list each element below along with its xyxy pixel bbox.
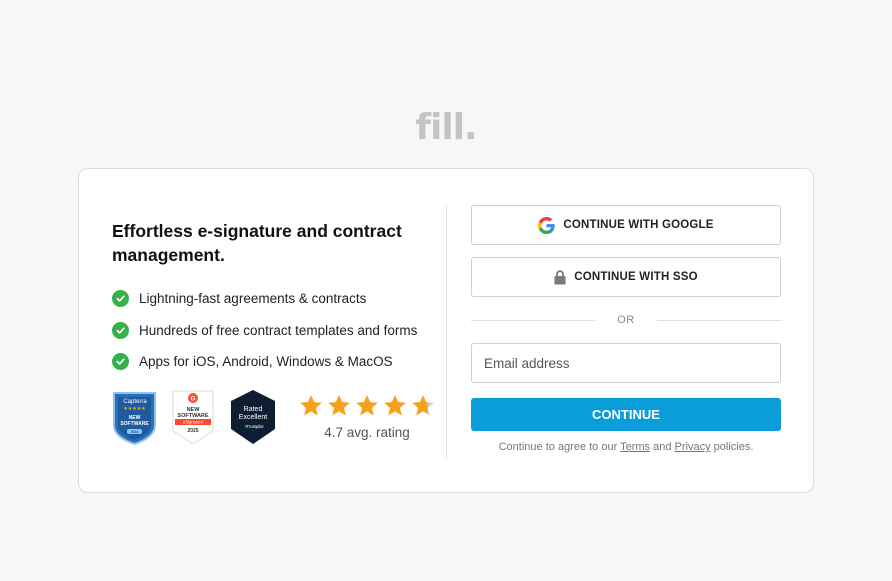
svg-text:2025: 2025 (187, 428, 198, 434)
or-separator: OR (471, 314, 781, 326)
signin-card: Effortless e-signature and contract mana… (78, 168, 814, 493)
feature-text: Hundreds of free contract templates and … (139, 322, 418, 338)
terms-suffix: policies. (710, 441, 754, 453)
terms-link[interactable]: Terms (620, 441, 650, 453)
svg-text:Rated: Rated (244, 406, 263, 413)
svg-text:eSignature: eSignature (183, 420, 204, 425)
trustpilot-badge: Rated Excellent ★ Trustpilot (231, 390, 275, 444)
lock-icon (554, 269, 566, 285)
headline: Effortless e-signature and contract mana… (112, 221, 402, 265)
star-icon (384, 394, 406, 416)
rating-label: 4.7 avg. rating (324, 425, 410, 440)
svg-text:Trustpilot: Trustpilot (246, 424, 264, 429)
capterra-badge: Capterra ★★★★★ NEW SOFTWARE 2024 (113, 392, 156, 445)
divider-line (471, 319, 596, 321)
feature-item: Apps for iOS, Android, Windows & MacOS (112, 346, 422, 378)
google-icon (538, 216, 555, 234)
email-field[interactable] (471, 343, 781, 383)
star-icon (300, 394, 322, 416)
check-circle-icon (112, 321, 129, 339)
terms-prefix: Continue to agree to our (498, 441, 621, 453)
feature-item: Lightning-fast agreements & contracts (112, 283, 422, 315)
svg-text:SOFTWARE: SOFTWARE (177, 413, 208, 419)
marketing-panel: Effortless e-signature and contract mana… (112, 219, 422, 378)
rating-stars (297, 393, 437, 419)
continue-button[interactable]: CONTINUE (471, 398, 781, 431)
terms-notice: Continue to agree to our Terms and Priva… (471, 441, 781, 453)
divider-line (656, 319, 781, 321)
terms-and: and (650, 441, 675, 453)
privacy-link[interactable]: Privacy (675, 441, 711, 453)
svg-text:Excellent: Excellent (239, 414, 267, 421)
sso-button-label: CONTINUE WITH SSO (574, 271, 698, 283)
star-icon (412, 394, 434, 416)
or-text: OR (617, 314, 635, 326)
svg-text:SOFTWARE: SOFTWARE (120, 421, 149, 427)
svg-text:★★★★★: ★★★★★ (123, 406, 146, 412)
star-icon (328, 394, 350, 416)
svg-text:Capterra: Capterra (123, 399, 147, 405)
continue-with-sso-button[interactable]: CONTINUE WITH SSO (471, 257, 781, 297)
panel-divider (446, 205, 447, 458)
rating-block: 4.7 avg. rating (297, 393, 437, 440)
feature-item: Hundreds of free contract templates and … (112, 315, 422, 347)
svg-text:G: G (190, 396, 195, 403)
feature-list: Lightning-fast agreements & contracts Hu… (112, 283, 422, 378)
auth-panel: CONTINUE WITH GOOGLE CONTINUE WITH SSO O… (471, 205, 781, 453)
google-button-label: CONTINUE WITH GOOGLE (563, 219, 714, 231)
fill-logo: fill. (415, 107, 477, 148)
g2-badge: G NEW SOFTWARE eSignature 2025 (172, 390, 214, 445)
continue-with-google-button[interactable]: CONTINUE WITH GOOGLE (471, 205, 781, 245)
check-circle-icon (112, 353, 129, 371)
check-circle-icon (112, 290, 129, 308)
award-badges: Capterra ★★★★★ NEW SOFTWARE 2024 G NEW S… (112, 389, 437, 445)
feature-text: Lightning-fast agreements & contracts (139, 291, 367, 307)
star-icon (356, 394, 378, 416)
svg-text:2024: 2024 (131, 430, 139, 434)
feature-text: Apps for iOS, Android, Windows & MacOS (139, 354, 393, 370)
